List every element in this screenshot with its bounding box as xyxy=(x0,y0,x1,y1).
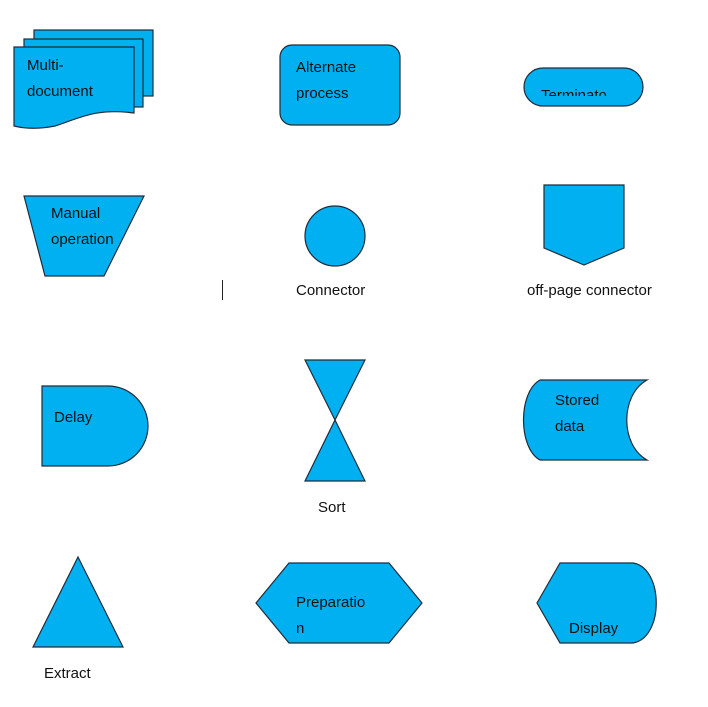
sort-top-triangle xyxy=(304,359,366,422)
off-page-connector-shape[interactable]: off-page connector xyxy=(527,184,652,299)
connector-shape[interactable]: Connector xyxy=(296,205,366,299)
alternate-process-shape[interactable]: Alternate process xyxy=(279,44,401,126)
stored-data-shape[interactable]: Stored data xyxy=(523,379,650,461)
manual-operation-shape[interactable]: Manual operation xyxy=(23,195,145,277)
stored-data-label-line1: Stored xyxy=(555,392,599,409)
flowchart-shapes-canvas: Multi- document Alternate process Termin… xyxy=(13,29,657,682)
connector-label: Connector xyxy=(296,282,365,299)
multi-document-label-line2: document xyxy=(27,83,94,100)
delay-shape[interactable]: Delay xyxy=(41,385,149,467)
manual-operation-label-line1: Manual xyxy=(51,205,100,222)
terminator-shape[interactable]: Terminato xyxy=(523,67,644,107)
off-page-connector-pentagon xyxy=(543,184,625,266)
delay-d-shape xyxy=(41,385,149,467)
alternate-process-label-line2: process xyxy=(296,85,349,102)
multi-document-shape[interactable]: Multi- document xyxy=(13,29,154,129)
alternate-process-label-line1: Alternate xyxy=(296,59,356,76)
sort-shape[interactable]: Sort xyxy=(304,359,366,516)
delay-label: Delay xyxy=(54,409,93,426)
display-shape[interactable]: Display xyxy=(536,562,657,644)
preparation-label-line1: Preparatio xyxy=(296,594,365,611)
extract-label: Extract xyxy=(44,665,92,682)
multi-document-label-line1: Multi- xyxy=(27,57,64,74)
manual-operation-label-line2: operation xyxy=(51,231,114,248)
sort-label: Sort xyxy=(318,499,346,516)
stored-data-label-line2: data xyxy=(555,418,585,435)
display-label: Display xyxy=(569,620,619,637)
preparation-shape[interactable]: Preparatio n xyxy=(255,562,423,644)
off-page-connector-label: off-page connector xyxy=(527,282,652,299)
preparation-label-line2: n xyxy=(296,620,304,637)
extract-shape[interactable]: Extract xyxy=(32,555,124,682)
extract-triangle xyxy=(32,555,124,648)
connector-circle xyxy=(304,205,366,267)
sort-bottom-triangle xyxy=(304,418,366,482)
